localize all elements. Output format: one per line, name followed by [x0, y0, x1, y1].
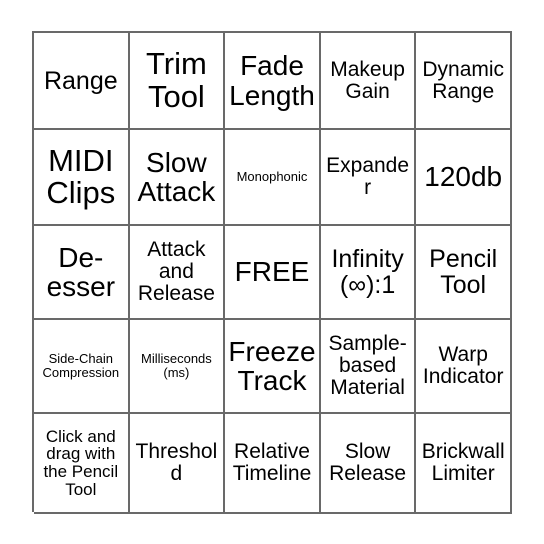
- bingo-cell-label: Range: [43, 66, 118, 95]
- bingo-cell-label: Brickwall Limiter: [421, 440, 505, 485]
- bingo-cell-r3-c5[interactable]: Pencil Tool: [416, 226, 512, 320]
- bingo-cell-label: Infinity (∞):1: [331, 245, 404, 299]
- bingo-cell-r1-c1[interactable]: Range: [34, 33, 130, 130]
- bingo-cell-r4-c2[interactable]: Milliseconds (ms): [129, 320, 226, 414]
- bingo-cell-label: Expander: [326, 154, 410, 199]
- bingo-cell-label: Monophonic: [236, 169, 308, 185]
- bingo-cell-r5-c2[interactable]: Threshold: [129, 414, 226, 514]
- bingo-cell-r3-c3[interactable]: FREE: [225, 226, 321, 320]
- bingo-card-grid: Range Trim Tool Fade Length Makeup Gain Dyna…: [32, 31, 512, 514]
- bingo-cell-label: Slow Attack: [137, 146, 216, 207]
- bingo-cell-label: MIDI Clips: [46, 142, 116, 210]
- bingo-cell-r3-c2[interactable]: Attack and Release: [129, 226, 226, 320]
- bingo-cell-label: Dynamic Range: [422, 57, 505, 103]
- bingo-cell-r2-c5[interactable]: 120db: [416, 130, 512, 226]
- bingo-cell-label: 120db: [424, 161, 503, 193]
- bingo-cell-label: Threshold: [135, 440, 218, 485]
- bingo-cell-r2-c1[interactable]: MIDI Clips: [34, 130, 130, 226]
- bingo-cell-r1-c3[interactable]: Fade Length: [225, 33, 321, 130]
- bingo-cell-label: Milliseconds (ms): [140, 351, 212, 380]
- bingo-cell-r5-c5[interactable]: Brickwall Limiter: [416, 414, 512, 514]
- bingo-cell-label: Pencil Tool: [429, 245, 498, 299]
- bingo-cell-r4-c4[interactable]: Sample- based Material: [320, 320, 417, 414]
- bingo-cell-r5-c3[interactable]: Relative Timeline: [225, 414, 321, 514]
- bingo-cell-label: Freeze Track: [228, 335, 316, 396]
- bingo-cell-r2-c2[interactable]: Slow Attack: [129, 130, 226, 226]
- bingo-cell-r1-c2[interactable]: Trim Tool: [129, 33, 226, 130]
- bingo-cell-label: Side-Chain Compression: [42, 351, 120, 380]
- bingo-cell-r1-c4[interactable]: Makeup Gain: [320, 33, 417, 130]
- bingo-cell-label: De- esser: [46, 241, 116, 302]
- bingo-cell-label: FREE: [234, 256, 310, 288]
- bingo-cell-label: Click and drag with the Pencil Tool: [43, 426, 119, 499]
- bingo-cell-r4-c1[interactable]: Side-Chain Compression: [34, 320, 130, 414]
- bingo-cell-r4-c5[interactable]: Warp Indicator: [416, 320, 512, 414]
- bingo-cell-r5-c1[interactable]: Click and drag with the Pencil Tool: [34, 414, 130, 514]
- bingo-cell-label: Sample- based Material: [328, 332, 407, 399]
- bingo-cell-r5-c4[interactable]: Slow Release: [320, 414, 417, 514]
- bingo-cell-label: Relative Timeline: [232, 440, 312, 485]
- bingo-cell-label: Fade Length: [229, 50, 315, 111]
- bingo-cell-r3-c1[interactable]: De- esser: [34, 226, 130, 320]
- bingo-cell-r2-c4[interactable]: Expander: [320, 130, 417, 226]
- bingo-cell-label: Slow Release: [329, 440, 407, 485]
- bingo-cell-r2-c3[interactable]: Monophonic: [225, 130, 321, 226]
- bingo-cell-r4-c3[interactable]: Freeze Track: [225, 320, 321, 414]
- bingo-cell-label: Warp Indicator: [422, 343, 504, 388]
- bingo-cell-label: Attack and Release: [137, 238, 215, 305]
- bingo-cell-label: Makeup Gain: [330, 57, 405, 103]
- bingo-cell-r1-c5[interactable]: Dynamic Range: [416, 33, 512, 130]
- bingo-cell-r3-c4[interactable]: Infinity (∞):1: [320, 226, 417, 320]
- bingo-cell-label: Trim Tool: [145, 46, 207, 114]
